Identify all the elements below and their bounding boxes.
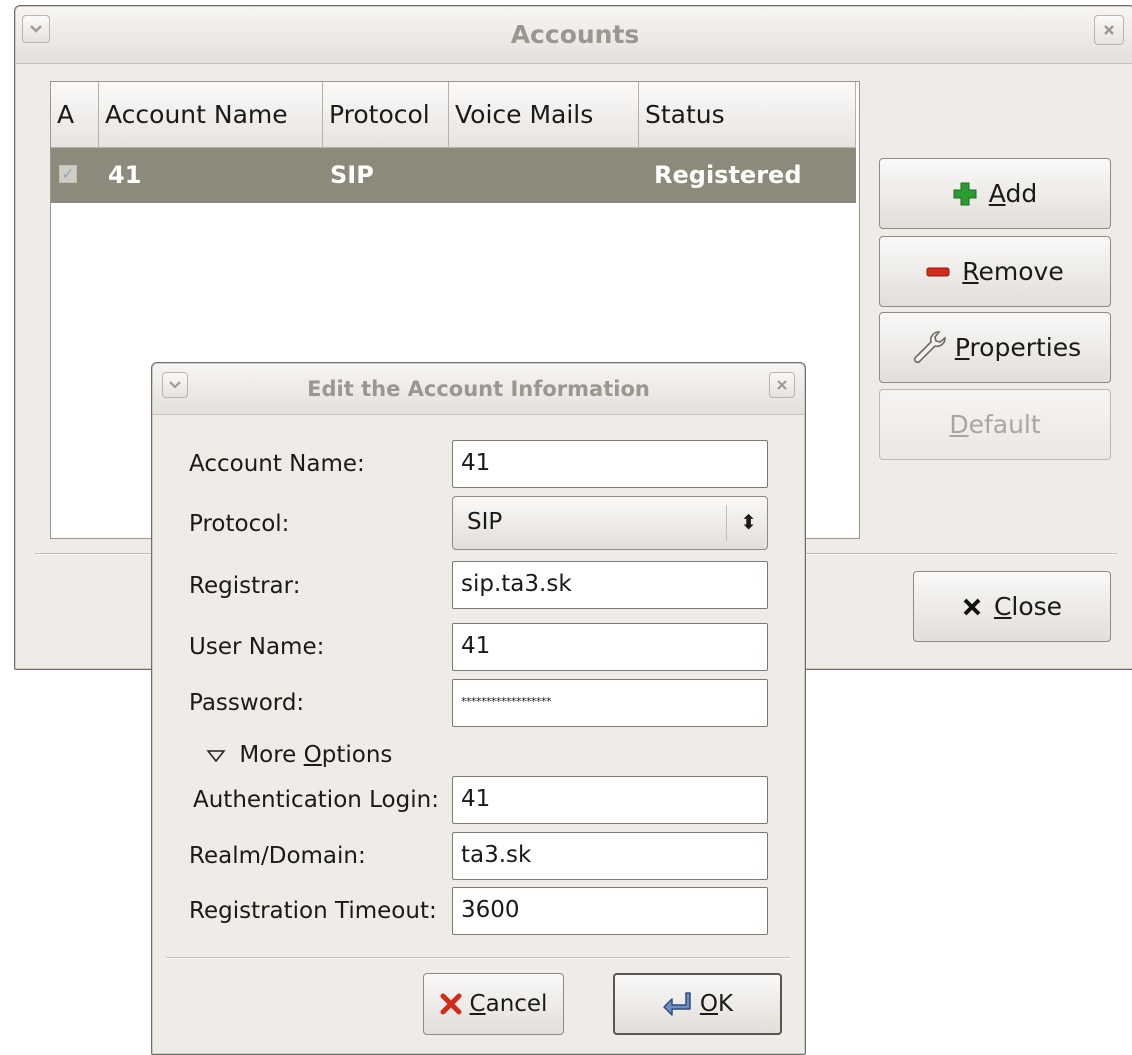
window-menu-button[interactable]	[22, 15, 50, 43]
edit-account-dialog: Edit the Account Information Account Nam…	[151, 362, 806, 1055]
auth-login-field[interactable]: 41	[452, 776, 768, 824]
close-button[interactable]: Close	[913, 571, 1111, 642]
dialog-menu-button[interactable]	[162, 372, 188, 398]
chevron-down-icon	[30, 25, 42, 33]
column-header-protocol[interactable]: Protocol	[323, 82, 449, 148]
ok-button[interactable]: OK	[613, 973, 782, 1035]
protocol-label: Protocol:	[189, 511, 290, 537]
active-checkbox[interactable]: ✓	[59, 165, 77, 183]
password-field[interactable]: ******************	[452, 679, 768, 727]
reg-timeout-label: Registration Timeout:	[189, 898, 437, 924]
cancel-button[interactable]: Cancel	[423, 973, 564, 1035]
chevron-down-icon	[169, 381, 181, 389]
row-status: Registered	[654, 161, 802, 189]
reg-timeout-field[interactable]: 3600	[452, 887, 768, 935]
auth-login-label: Authentication Login:	[193, 787, 439, 813]
password-label: Password:	[189, 690, 305, 716]
window-close-button[interactable]	[1094, 15, 1124, 45]
properties-button[interactable]: Properties	[879, 312, 1111, 383]
add-icon	[953, 182, 977, 205]
accounts-titlebar: Accounts	[16, 7, 1132, 64]
protocol-value: SIP	[467, 509, 503, 535]
registrar-label: Registrar:	[189, 573, 301, 599]
close-icon	[1104, 25, 1114, 35]
default-button: Default	[879, 389, 1111, 460]
more-options-expander[interactable]: More Options	[206, 737, 392, 773]
registrar-field[interactable]: sip.ta3.sk	[452, 561, 768, 609]
triangle-down-icon	[206, 749, 226, 762]
column-header-account-name[interactable]: Account Name	[99, 82, 323, 148]
dialog-close-button[interactable]	[769, 372, 795, 398]
realm-field[interactable]: ta3.sk	[452, 832, 768, 880]
row-protocol: SIP	[330, 161, 374, 189]
enter-arrow-icon	[663, 992, 691, 1016]
account-name-label: Account Name:	[189, 451, 365, 477]
wrench-icon	[913, 330, 946, 363]
cancel-icon	[440, 993, 462, 1015]
remove-icon	[926, 267, 950, 276]
table-row[interactable]: ✓ 41 SIP Registered	[51, 148, 856, 203]
column-header-status[interactable]: Status	[639, 82, 856, 148]
close-icon	[777, 380, 787, 390]
column-header-voice-mails[interactable]: Voice Mails	[449, 82, 639, 148]
updown-arrows-icon: ⬍	[740, 510, 757, 534]
user-name-field[interactable]: 41	[452, 623, 768, 671]
protocol-select[interactable]: SIP ⬍	[452, 496, 768, 550]
add-button[interactable]: Add	[879, 158, 1111, 229]
table-header: A Account Name Protocol Voice Mails Stat…	[51, 82, 856, 148]
edit-dialog-title: Edit the Account Information	[307, 377, 650, 401]
close-icon	[963, 598, 981, 615]
realm-label: Realm/Domain:	[189, 843, 366, 869]
account-name-field[interactable]: 41	[452, 440, 768, 488]
dialog-separator	[166, 957, 790, 959]
column-header-active[interactable]: A	[51, 82, 99, 148]
accounts-title: Accounts	[510, 20, 640, 49]
row-account-name: 41	[108, 161, 142, 189]
edit-dialog-titlebar: Edit the Account Information	[153, 364, 804, 415]
remove-button[interactable]: Remove	[879, 236, 1111, 307]
user-name-label: User Name:	[189, 634, 325, 660]
